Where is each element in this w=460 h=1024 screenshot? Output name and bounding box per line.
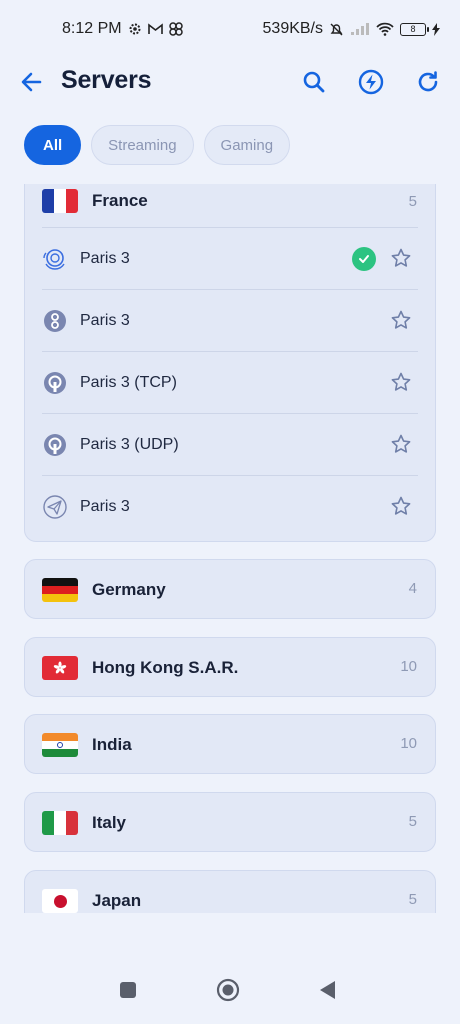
server-name: Paris 3 (TCP) [80,373,177,391]
france-flag [42,189,78,213]
chip-streaming[interactable]: Streaming [91,125,194,165]
country-name: Germany [92,580,166,599]
server-row[interactable]: Paris 3 [42,475,418,537]
net-speed: 539KB/s [262,20,323,37]
star-icon[interactable] [390,309,412,331]
gmail-icon [147,23,163,34]
server-name: Paris 3 (UDP) [80,435,179,453]
server-row[interactable]: Paris 3 [42,227,418,289]
signal-icon [351,23,369,35]
country-card-japan[interactable]: Japan 5 [24,870,436,913]
country-card-hong-kong[interactable]: Hong Kong S.A.R. 10 [24,637,436,697]
wifi-icon [376,22,394,36]
bell-muted-icon [330,23,343,35]
country-name: Italy [92,813,127,832]
japan-flag [42,889,78,913]
app-header: Servers [0,60,460,106]
star-icon[interactable] [390,371,412,393]
server-count: 10 [400,658,417,675]
shadowsocks-icon [44,309,66,332]
fan-icon [168,22,183,36]
chip-gaming[interactable]: Gaming [203,125,291,165]
bolt-icon[interactable] [355,66,387,98]
home-circle-icon[interactable] [216,978,240,1002]
italy-flag [42,811,78,835]
country-card-india[interactable]: India 10 [24,714,436,774]
country-row: India [42,729,132,761]
country-row: Japan [42,885,141,913]
back-triangle-icon[interactable] [316,978,340,1002]
paper-plane-icon [43,494,67,519]
country-name: India [92,735,132,754]
search-icon[interactable] [298,66,330,98]
server-name: Paris 3 [80,249,130,267]
server-name: Paris 3 [80,311,130,329]
status-time: 8:12 PM [62,20,122,37]
page-title: Servers [61,66,152,94]
country-name: France [92,191,148,210]
server-count: 10 [400,735,417,752]
connected-check-icon [352,247,376,271]
country-card-france: France 5 Paris 3 Paris 3 Paris 3 (TCP) P… [24,184,436,542]
server-count: 5 [408,813,417,830]
server-list[interactable]: France 5 Paris 3 Paris 3 Paris 3 (TCP) P… [0,184,460,913]
filter-chips: All Streaming Gaming [24,125,291,165]
server-count: 4 [408,580,417,597]
recents-square-icon[interactable] [116,978,140,1002]
chip-all[interactable]: All [24,125,82,165]
star-icon[interactable] [390,495,412,517]
server-row[interactable]: Paris 3 (TCP) [42,351,418,413]
country-row: Italy [42,807,126,839]
status-bar: 8:12 PM 539KB/s 8 [0,0,460,60]
back-arrow-icon[interactable] [18,66,46,98]
server-row[interactable]: Paris 3 (UDP) [42,413,418,475]
system-nav-bar [0,964,460,1024]
country-name: Japan [92,891,142,910]
battery-icon: 8 [400,22,429,36]
country-row: Hong Kong S.A.R. [42,652,238,684]
hong-kong-flag [42,656,78,680]
server-count: 5 [408,891,417,908]
country-row: Germany [42,574,166,606]
country-name: Hong Kong S.A.R. [92,658,239,677]
star-icon[interactable] [390,433,412,455]
germany-flag [42,578,78,602]
openvpn-icon [44,371,66,394]
server-count: 5 [408,193,417,210]
india-flag [42,733,78,757]
country-header-france[interactable]: France [42,185,148,217]
country-card-germany[interactable]: Germany 4 [24,559,436,619]
gear-icon [129,23,141,35]
refresh-icon[interactable] [412,66,444,98]
star-icon[interactable] [390,247,412,269]
server-name: Paris 3 [80,497,130,515]
charging-icon [432,22,440,36]
country-card-italy[interactable]: Italy 5 [24,792,436,852]
openvpn-icon [44,433,66,456]
hysteria-icon [43,248,65,270]
server-row[interactable]: Paris 3 [42,289,418,351]
